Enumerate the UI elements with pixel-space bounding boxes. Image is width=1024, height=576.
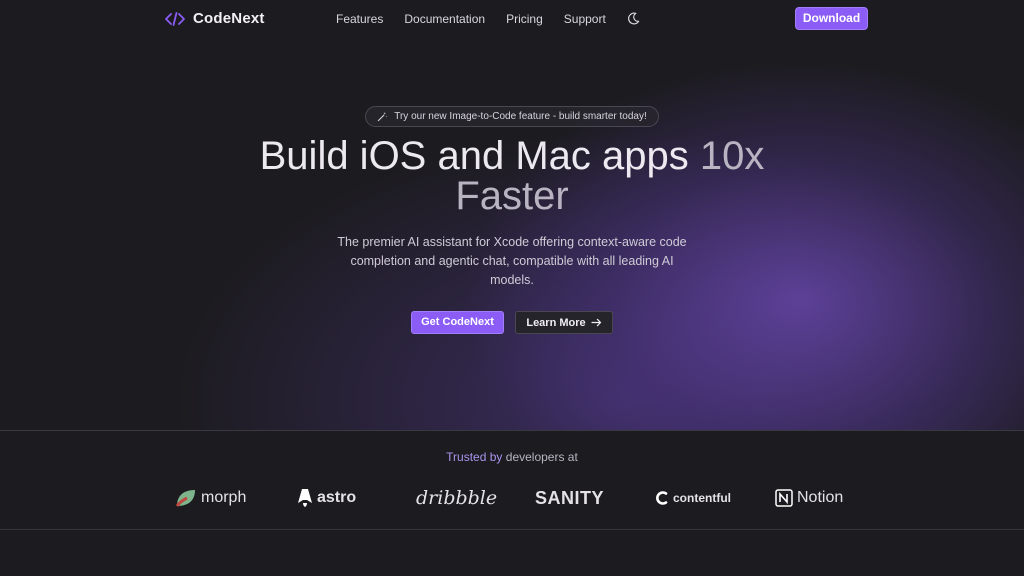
logo-dribbble: dribbble [416,484,497,512]
hero-subtext: The premier AI assistant for Xcode offer… [337,235,687,287]
nav-links: Features Documentation Pricing Support [336,12,640,26]
nav-link-documentation[interactable]: Documentation [404,12,485,26]
arrow-right-icon [591,318,601,327]
download-button[interactable]: Download [795,7,868,30]
badge-text: Try our new Image-to-Code feature - buil… [394,111,647,122]
logo-astro: astro [297,484,356,512]
nav-link-support[interactable]: Support [564,12,606,26]
magic-wand-icon [378,111,388,122]
trusted-part1: Trusted by [446,450,503,464]
notion-n-icon [775,489,793,507]
page-title: Build iOS and Mac apps 10x Faster [0,136,1024,216]
get-codenext-button[interactable]: Get CodeNext [411,311,504,334]
logo-sanity: SANITY [535,484,604,512]
logo-morph: morph [175,484,246,512]
notion-text: Notion [797,489,844,506]
trusted-heading: Trusted by developers at [0,450,1024,464]
headline-part2: 10x [699,134,765,178]
headline-part3: Faster [455,174,569,218]
code-brackets-icon [165,11,185,26]
morph-text: morph [201,489,247,506]
nav-link-features[interactable]: Features [336,12,383,26]
logo-contentful: contentful [655,484,731,512]
learn-more-label: Learn More [526,316,586,329]
nav-link-pricing[interactable]: Pricing [506,12,543,26]
section-divider [0,529,1024,530]
dribbble-text: dribbble [416,487,498,509]
trusted-part2: developers at [505,450,578,464]
contentful-c-icon [656,491,668,505]
morph-leaf-icon [175,490,195,507]
partner-logos: morph astro dribbble SANITY contentful N… [0,484,1024,512]
astro-text: astro [317,489,357,506]
feature-badge[interactable]: Try our new Image-to-Code feature - buil… [365,106,659,127]
moon-icon[interactable] [627,12,640,25]
sanity-text: SANITY [535,487,605,508]
brand-name: CodeNext [193,10,265,27]
logo-notion: Notion [775,484,843,512]
brand-logo[interactable]: CodeNext [165,10,265,27]
astro-rocket-icon [298,489,312,507]
learn-more-button[interactable]: Learn More [515,311,613,334]
contentful-text: contentful [673,491,731,505]
top-nav: CodeNext Features Documentation Pricing … [0,0,1024,38]
headline-part1: Build iOS and Mac apps [259,134,689,178]
